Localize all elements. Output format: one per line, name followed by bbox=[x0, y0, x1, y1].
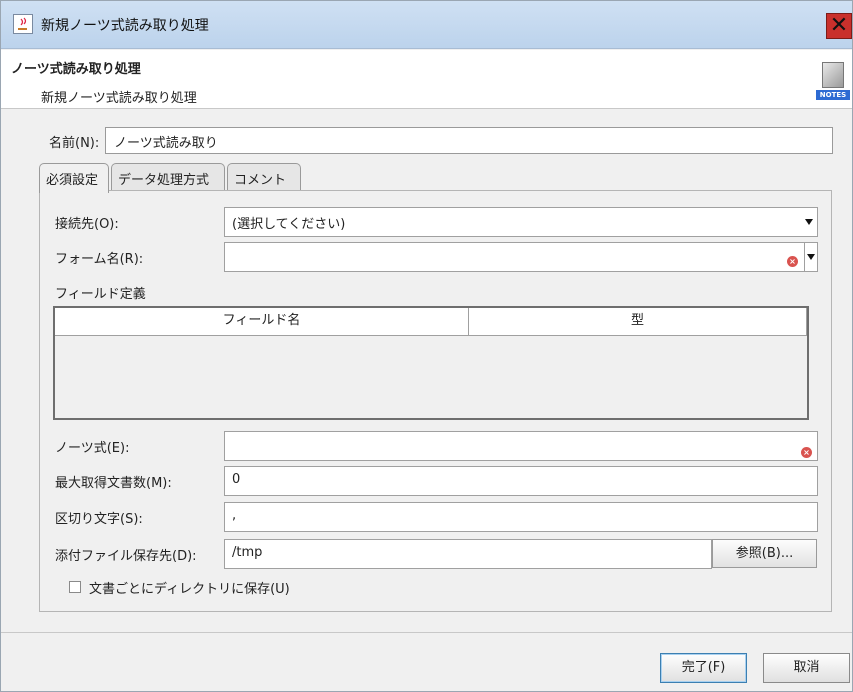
field-definition-label: フィールド定義 bbox=[55, 287, 146, 302]
dialog-window: 新規ノーツ式読み取り処理 ✕ ノーツ式読み取り処理 新規ノーツ式読み取り処理 N… bbox=[0, 0, 853, 692]
form-name-input[interactable] bbox=[224, 242, 805, 272]
browse-button[interactable]: 参照(B)... bbox=[712, 539, 817, 568]
connection-label: 接続先(O): bbox=[55, 217, 119, 232]
column-header-field-name[interactable]: フィールド名 bbox=[55, 308, 469, 336]
tab-data-processing[interactable]: データ処理方式 bbox=[111, 163, 225, 191]
error-icon: × bbox=[801, 447, 812, 458]
close-button[interactable]: ✕ bbox=[826, 13, 852, 39]
max-docs-input[interactable]: 0 bbox=[224, 466, 818, 496]
max-docs-label: 最大取得文書数(M): bbox=[55, 476, 172, 491]
tab-comment[interactable]: コメント bbox=[227, 163, 301, 191]
chevron-down-icon bbox=[807, 254, 815, 260]
title-bar: 新規ノーツ式読み取り処理 ✕ bbox=[1, 1, 852, 49]
attachment-dir-input[interactable]: /tmp bbox=[224, 539, 712, 569]
header-subtitle: 新規ノーツ式読み取り処理 bbox=[41, 91, 197, 106]
save-per-doc-checkbox[interactable] bbox=[69, 581, 81, 593]
notes-icon: NOTES bbox=[816, 62, 850, 102]
error-icon: × bbox=[787, 256, 798, 267]
connection-select[interactable]: (選択してください) bbox=[224, 207, 818, 237]
footer-divider bbox=[1, 632, 852, 633]
column-header-type[interactable]: 型 bbox=[469, 308, 807, 336]
delimiter-input[interactable]: , bbox=[224, 502, 818, 532]
name-label: 名前(N): bbox=[49, 136, 100, 151]
java-app-icon bbox=[13, 14, 33, 34]
cancel-button[interactable]: 取消 bbox=[763, 653, 850, 683]
header-title: ノーツ式読み取り処理 bbox=[11, 62, 141, 77]
chevron-down-icon bbox=[805, 219, 813, 225]
notes-formula-label: ノーツ式(E): bbox=[55, 441, 130, 456]
dialog-header: ノーツ式読み取り処理 新規ノーツ式読み取り処理 NOTES bbox=[1, 50, 852, 109]
connection-select-value: (選択してください) bbox=[232, 217, 346, 232]
form-name-dropdown-button[interactable] bbox=[804, 242, 818, 272]
finish-button[interactable]: 完了(F) bbox=[660, 653, 747, 683]
tab-required-settings[interactable]: 必須設定 bbox=[39, 163, 109, 193]
name-input[interactable]: ノーツ式読み取り bbox=[105, 127, 833, 154]
notes-cube-graphic bbox=[822, 62, 844, 88]
save-per-doc-label[interactable]: 文書ごとにディレクトリに保存(U) bbox=[89, 578, 290, 597]
attachment-dir-label: 添付ファイル保存先(D): bbox=[55, 549, 197, 564]
notes-formula-input[interactable] bbox=[224, 431, 818, 461]
window-title: 新規ノーツ式読み取り処理 bbox=[41, 18, 209, 34]
delimiter-label: 区切り文字(S): bbox=[55, 512, 143, 527]
notes-icon-label: NOTES bbox=[816, 90, 850, 100]
form-name-label: フォーム名(R): bbox=[55, 252, 144, 267]
field-definition-table: フィールド名 型 bbox=[53, 306, 809, 420]
